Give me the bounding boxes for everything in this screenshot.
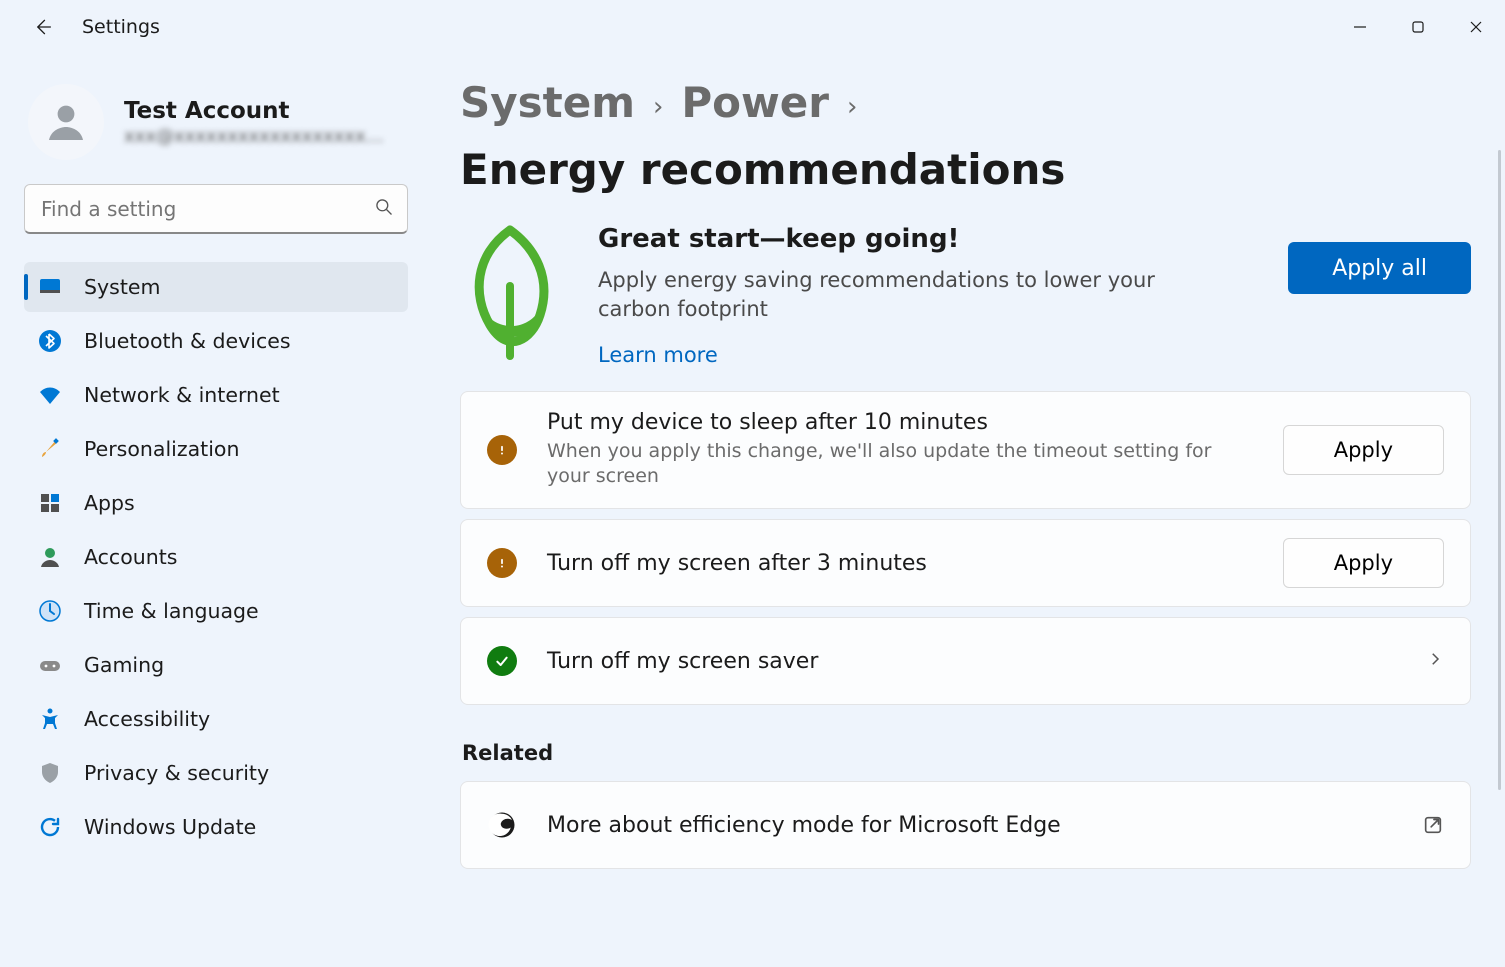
scrollbar[interactable] xyxy=(1498,150,1501,790)
back-button[interactable] xyxy=(30,15,54,39)
recommendations-list: Put my device to sleep after 10 minutes … xyxy=(460,391,1471,705)
status-ok-icon xyxy=(487,646,517,676)
titlebar: Settings xyxy=(0,0,1505,54)
sidebar-item-label: Windows Update xyxy=(84,815,256,839)
update-icon xyxy=(38,815,62,839)
account-name: Test Account xyxy=(124,98,384,124)
avatar xyxy=(28,84,104,160)
status-warning-icon xyxy=(487,435,517,465)
account-icon xyxy=(38,545,62,569)
sidebar-item-label: System xyxy=(84,275,160,299)
related-title: More about efficiency mode for Microsoft… xyxy=(547,813,1392,838)
maximize-button[interactable] xyxy=(1389,5,1447,49)
sidebar-item-label: Apps xyxy=(84,491,135,515)
clock-globe-icon xyxy=(38,599,62,623)
recommendation-subtitle: When you apply this change, we'll also u… xyxy=(547,439,1253,490)
sidebar-item-system[interactable]: System xyxy=(24,262,408,312)
page-title: Energy recommendations xyxy=(460,145,1065,194)
related-list: More about efficiency mode for Microsoft… xyxy=(460,781,1471,869)
related-header: Related xyxy=(462,741,1471,765)
chevron-right-icon: › xyxy=(653,92,663,122)
gamepad-icon xyxy=(38,653,62,677)
recommendation-card[interactable]: Turn off my screen saver xyxy=(460,617,1471,705)
close-button[interactable] xyxy=(1447,5,1505,49)
breadcrumb-system[interactable]: System xyxy=(460,78,635,127)
main-content: System › Power › Energy recommendations … xyxy=(420,54,1505,967)
sidebar-item-label: Bluetooth & devices xyxy=(84,329,291,353)
sidebar-item-time-language[interactable]: Time & language xyxy=(24,586,408,636)
sidebar-nav: System Bluetooth & devices Network & int… xyxy=(24,262,408,852)
sidebar-item-apps[interactable]: Apps xyxy=(24,478,408,528)
minimize-button[interactable] xyxy=(1331,5,1389,49)
apply-all-button[interactable]: Apply all xyxy=(1288,242,1471,294)
sidebar-item-personalization[interactable]: Personalization xyxy=(24,424,408,474)
window-controls xyxy=(1331,5,1505,49)
sidebar: Test Account xxx@xxxxxxxxxxxxxxxxxx.xx… … xyxy=(0,54,420,967)
hero-title: Great start—keep going! xyxy=(598,224,1158,254)
learn-more-link[interactable]: Learn more xyxy=(598,343,1158,367)
shield-icon xyxy=(38,761,62,785)
recommendation-card: Turn off my screen after 3 minutes Apply xyxy=(460,519,1471,607)
apply-button[interactable]: Apply xyxy=(1283,538,1444,588)
hero-subtitle: Apply energy saving recommendations to l… xyxy=(598,266,1158,325)
accessibility-icon xyxy=(38,707,62,731)
sidebar-item-windows-update[interactable]: Windows Update xyxy=(24,802,408,852)
settings-window: Settings Test Account xxx@xxxxxxxx xyxy=(0,0,1505,967)
apps-icon xyxy=(38,491,62,515)
edge-icon xyxy=(487,810,517,840)
chevron-right-icon xyxy=(1426,650,1444,672)
sidebar-item-accounts[interactable]: Accounts xyxy=(24,532,408,582)
chevron-right-icon: › xyxy=(847,92,857,122)
search-input[interactable] xyxy=(24,184,408,234)
account-email: xxx@xxxxxxxxxxxxxxxxxx.xx… xyxy=(124,126,384,147)
account-block[interactable]: Test Account xxx@xxxxxxxxxxxxxxxxxx.xx… xyxy=(24,84,408,184)
open-external-icon xyxy=(1422,814,1444,836)
sidebar-item-bluetooth[interactable]: Bluetooth & devices xyxy=(24,316,408,366)
app-title: Settings xyxy=(82,16,160,38)
recommendation-title: Put my device to sleep after 10 minutes xyxy=(547,410,1253,435)
sidebar-item-accessibility[interactable]: Accessibility xyxy=(24,694,408,744)
bluetooth-icon xyxy=(38,329,62,353)
sidebar-item-label: Personalization xyxy=(84,437,239,461)
sidebar-item-label: Privacy & security xyxy=(84,761,269,785)
status-warning-icon xyxy=(487,548,517,578)
sidebar-item-label: Time & language xyxy=(84,599,259,623)
wifi-icon xyxy=(38,383,62,407)
breadcrumb-power[interactable]: Power xyxy=(681,78,829,127)
leaf-icon xyxy=(460,220,560,360)
sidebar-item-label: Network & internet xyxy=(84,383,280,407)
sidebar-item-label: Gaming xyxy=(84,653,164,677)
hero-block: Great start—keep going! Apply energy sav… xyxy=(460,220,1471,367)
display-icon xyxy=(38,275,62,299)
sidebar-item-privacy[interactable]: Privacy & security xyxy=(24,748,408,798)
sidebar-item-label: Accessibility xyxy=(84,707,210,731)
sidebar-item-label: Accounts xyxy=(84,545,177,569)
search-box xyxy=(24,184,408,234)
sidebar-item-network[interactable]: Network & internet xyxy=(24,370,408,420)
recommendation-title: Turn off my screen after 3 minutes xyxy=(547,551,1253,576)
breadcrumb: System › Power › Energy recommendations xyxy=(460,78,1471,194)
recommendation-card: Put my device to sleep after 10 minutes … xyxy=(460,391,1471,509)
search-icon[interactable] xyxy=(374,197,394,221)
related-item[interactable]: More about efficiency mode for Microsoft… xyxy=(460,781,1471,869)
apply-button[interactable]: Apply xyxy=(1283,425,1444,475)
sidebar-item-gaming[interactable]: Gaming xyxy=(24,640,408,690)
brush-icon xyxy=(38,437,62,461)
recommendation-title: Turn off my screen saver xyxy=(547,649,1396,674)
